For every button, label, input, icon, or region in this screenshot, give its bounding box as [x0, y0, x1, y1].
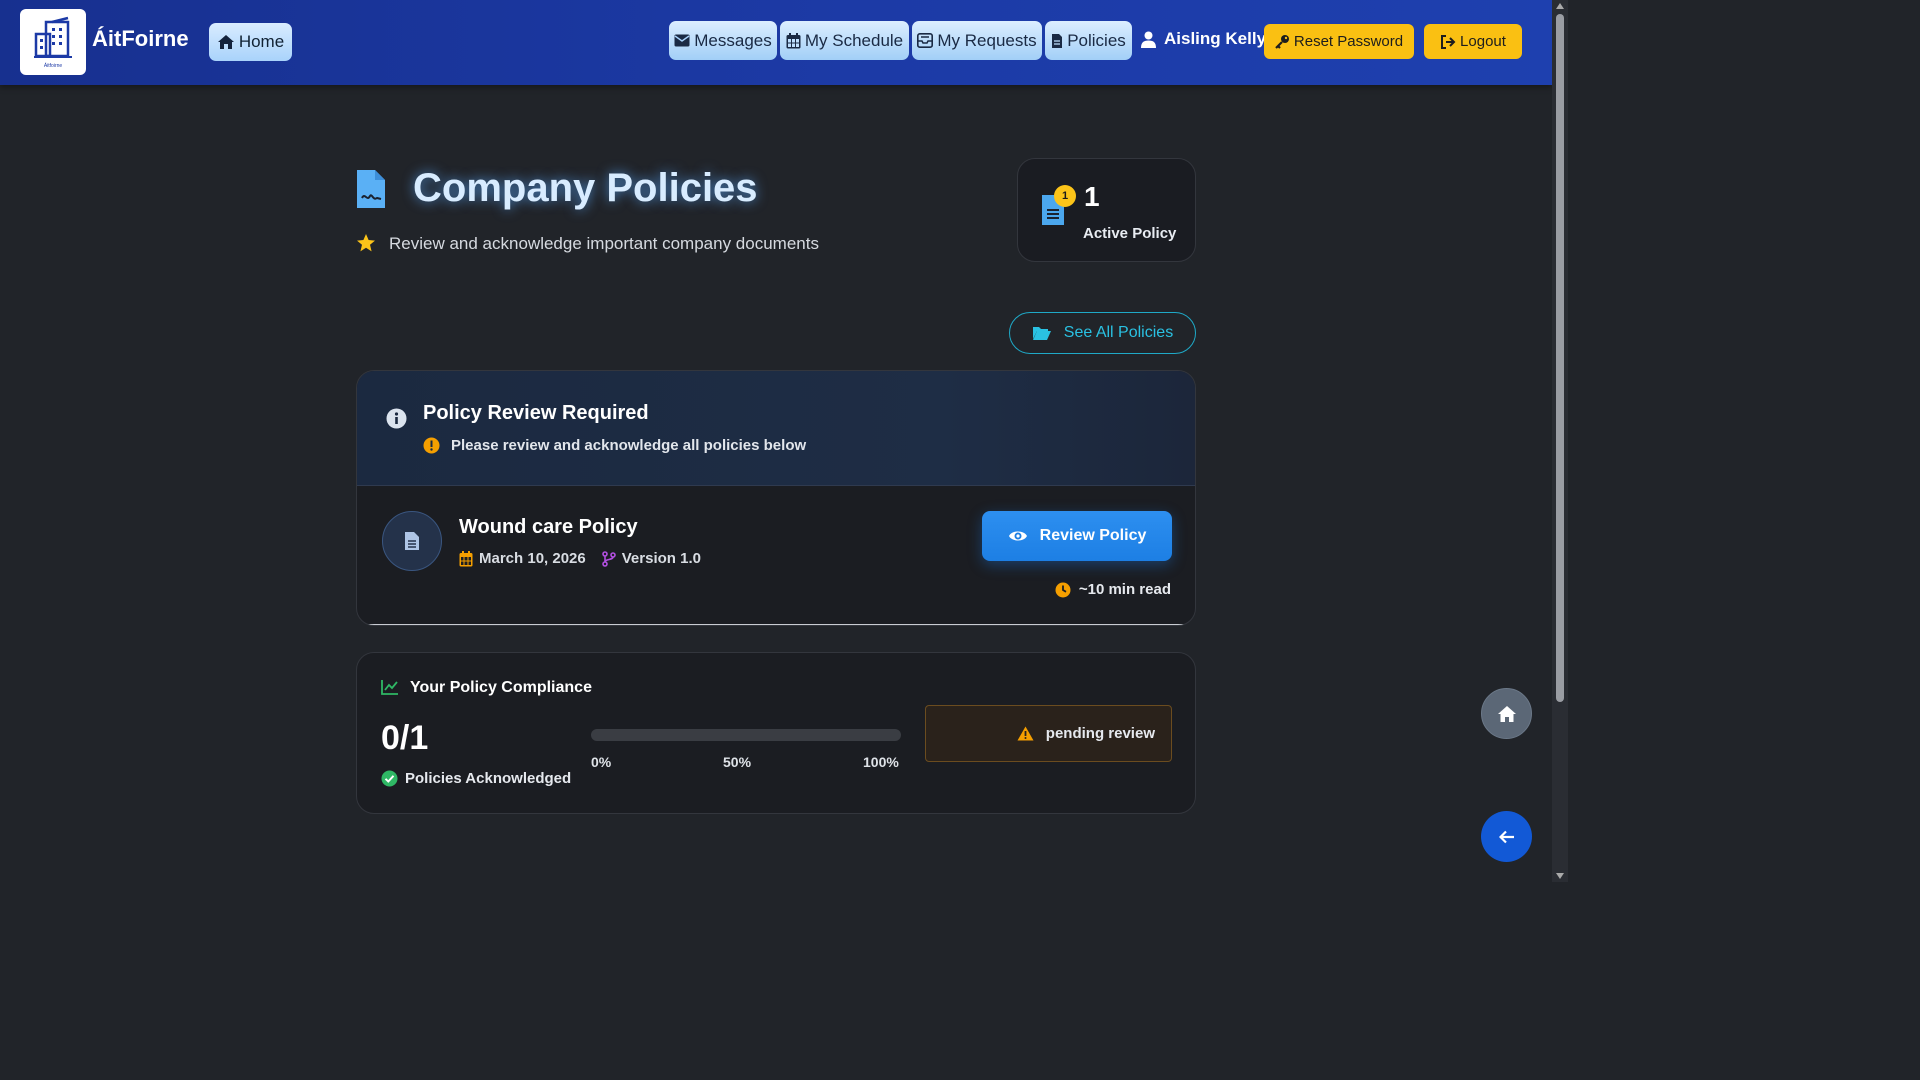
policies-nav-label: Policies — [1067, 30, 1126, 50]
stat-count: 1 — [1084, 181, 1100, 212]
reset-password-button[interactable]: Reset Password — [1264, 24, 1414, 59]
clock-icon — [1055, 582, 1071, 597]
user-menu[interactable]: Aisling Kelly — [1141, 29, 1266, 49]
active-policy-stat-card: 1 1 Active Policy — [1017, 158, 1196, 262]
calendar-icon — [786, 32, 801, 48]
info-icon — [386, 408, 407, 429]
policy-date: March 10, 2026 — [479, 550, 586, 567]
page-subtitle: Review and acknowledge important company… — [389, 234, 819, 253]
read-time: ~10 min read — [1055, 581, 1171, 598]
review-notice: Policy Review Required Please review and… — [357, 371, 1195, 486]
app-logo[interactable]: Áitfoirne — [20, 9, 86, 75]
see-all-policies-button[interactable]: See All Policies — [1009, 312, 1196, 354]
top-navbar: Áitfoirne ÁitFoirne Home Messages My Sch… — [0, 0, 1552, 85]
logout-label: Logout — [1460, 33, 1506, 50]
home-icon — [1497, 705, 1516, 722]
progress-tick-0: 0% — [591, 754, 612, 770]
warning-triangle-icon — [1017, 726, 1034, 741]
page-title: Company Policies — [413, 166, 758, 210]
stat-badge: 1 — [1054, 185, 1076, 207]
policy-version: Version 1.0 — [621, 550, 701, 567]
building-logo-icon — [34, 16, 72, 58]
page-scrollbar[interactable] — [1552, 0, 1568, 882]
schedule-nav-label: My Schedule — [804, 30, 904, 50]
user-icon — [1141, 31, 1156, 48]
home-nav-label: Home — [238, 32, 285, 51]
arrow-left-icon — [1498, 830, 1514, 843]
review-notice-title: Policy Review Required — [423, 402, 649, 424]
pending-status-badge: pending review — [925, 705, 1172, 762]
pending-status-label: pending review — [1045, 725, 1155, 742]
logout-button[interactable]: Logout — [1424, 24, 1522, 59]
check-circle-icon — [381, 770, 398, 787]
floating-back-button[interactable] — [1481, 811, 1532, 862]
review-notice-subtitle: Please review and acknowledge all polici… — [451, 437, 807, 454]
envelope-icon — [674, 34, 690, 47]
star-icon — [357, 234, 375, 252]
progress-tick-100: 100% — [863, 754, 899, 770]
scroll-down-arrow-icon[interactable] — [1556, 873, 1564, 879]
stat-label: Active Policy — [1083, 225, 1177, 242]
card-divider — [357, 624, 1195, 625]
inbox-tray-icon — [917, 33, 934, 48]
messages-nav-link[interactable]: Messages — [669, 21, 777, 60]
code-branch-icon — [601, 550, 616, 567]
review-policy-label: Review Policy — [1039, 527, 1147, 544]
logo-caption: Áitfoirne — [43, 62, 63, 69]
home-nav-button[interactable]: Home — [209, 23, 292, 61]
policy-document-avatar — [382, 511, 442, 571]
brand[interactable]: Áitfoirne ÁitFoirne — [20, 9, 189, 75]
policy-name[interactable]: Wound care Policy — [459, 516, 638, 539]
compliance-title: Your Policy Compliance — [410, 679, 592, 696]
read-time-label: ~10 min read — [1078, 581, 1171, 598]
reset-password-label: Reset Password — [1293, 33, 1404, 50]
brand-name[interactable]: ÁitFoirne — [92, 26, 189, 52]
scrollbar-thumb[interactable] — [1556, 14, 1564, 702]
compliance-card: Your Policy Compliance 0/1 Policies Ackn… — [356, 652, 1196, 814]
policy-review-card: Policy Review Required Please review and… — [356, 370, 1196, 626]
calendar-icon — [459, 550, 473, 566]
requests-nav-label: My Requests — [937, 30, 1037, 50]
exclamation-circle-icon — [423, 437, 440, 454]
sign-out-icon — [1441, 34, 1456, 49]
file-icon — [1052, 33, 1063, 48]
home-icon — [217, 35, 234, 49]
file-signature-icon — [357, 170, 385, 208]
progress-tick-50: 50% — [723, 754, 752, 770]
folder-open-icon — [1032, 327, 1051, 340]
schedule-nav-link[interactable]: My Schedule — [780, 21, 909, 60]
scroll-up-arrow-icon[interactable] — [1556, 3, 1564, 9]
requests-nav-link[interactable]: My Requests — [912, 21, 1042, 60]
review-policy-button[interactable]: Review Policy — [982, 511, 1172, 561]
eye-icon — [1008, 531, 1027, 541]
policies-nav-link[interactable]: Policies — [1045, 21, 1132, 60]
compliance-label: Policies Acknowledged — [405, 770, 572, 787]
messages-nav-label: Messages — [694, 30, 772, 50]
file-lines-icon — [405, 532, 419, 550]
chart-line-icon — [381, 680, 398, 695]
key-icon — [1275, 35, 1289, 49]
see-all-label: See All Policies — [1063, 324, 1174, 341]
floating-home-button[interactable] — [1481, 688, 1532, 739]
user-name: Aisling Kelly — [1164, 29, 1267, 48]
compliance-count: 0/1 — [381, 719, 429, 757]
compliance-progress-bar — [591, 729, 901, 741]
policy-meta: March 10, 2026 Version 1.0 — [459, 550, 701, 567]
